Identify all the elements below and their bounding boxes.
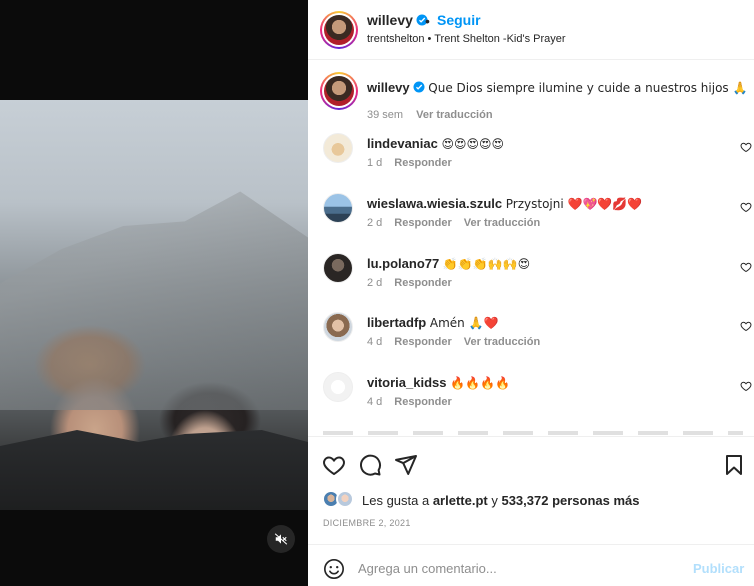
speaker-muted-icon (274, 533, 288, 545)
commenter-avatar[interactable] (323, 253, 353, 283)
post-actions: Les gusta a arlette.pt y 533,372 persona… (308, 436, 754, 586)
liker-username[interactable]: arlette.pt (433, 493, 488, 508)
comment-like-heart-icon[interactable] (740, 261, 752, 273)
video-foreground (0, 430, 308, 510)
add-comment-bar: Publicar (308, 544, 754, 586)
comment-row: libertadfp Amén 🙏❤️ 4 d Responder Ver trad… (320, 312, 752, 362)
audio-attribution[interactable]: trentshelton • Trent Shelton -Kid's Pray… (367, 33, 566, 45)
verified-badge-icon (413, 81, 425, 93)
author-avatar[interactable] (320, 11, 358, 49)
translate-link[interactable]: Ver traducción (464, 336, 540, 348)
comment-row: lu.polano77 👏👏👏🙌🙌😍 2 d Responder (320, 253, 752, 303)
comment-time[interactable]: 2 d (367, 277, 382, 289)
comment-row: wieslawa.wiesia.szulc Przystojni ❤️💖❤️💋❤… (320, 193, 752, 243)
author-username[interactable]: willevy (367, 12, 428, 28)
comment-time[interactable]: 4 d (367, 336, 382, 348)
comment-text: 😍😍😍😍😍 (441, 137, 504, 151)
commenter-username[interactable]: lu.polano77 (367, 256, 439, 271)
smiley-icon[interactable] (323, 558, 345, 580)
comment-like-heart-icon[interactable] (740, 201, 752, 213)
likes-count[interactable]: 533,372 personas más (501, 493, 639, 508)
post-side-panel: willevy • Seguir trentshelton • Trent Sh… (308, 0, 754, 586)
reply-button[interactable]: Responder (394, 157, 451, 169)
caption-body: Que Dios siempre ilumine y cuide a nuest… (428, 81, 748, 95)
comment-row: vitoria_kidss 🔥🔥🔥🔥 4 d Responder (320, 372, 752, 422)
comment-text: 🔥🔥🔥🔥 (450, 376, 510, 390)
speech-bubble-icon[interactable] (358, 453, 382, 477)
commenter-username[interactable]: libertadfp (367, 315, 426, 330)
mute-button[interactable] (267, 525, 295, 553)
comment-time[interactable]: 4 d (367, 396, 382, 408)
post-comment-button[interactable]: Publicar (693, 561, 744, 576)
paper-plane-icon[interactable] (394, 453, 418, 477)
caption-meta: 39 sem Ver traducción (367, 109, 493, 121)
bookmark-icon[interactable] (722, 453, 746, 477)
translate-link[interactable]: Ver traducción (464, 217, 540, 229)
comment-like-heart-icon[interactable] (740, 380, 752, 392)
heart-outline-icon[interactable] (322, 453, 346, 477)
commenter-avatar[interactable] (323, 312, 353, 342)
reply-button[interactable]: Responder (394, 396, 451, 408)
separator-dot: • (425, 13, 430, 29)
likes-text: Les gusta a arlette.pt y 533,372 persona… (362, 493, 640, 508)
commenter-username[interactable]: lindevaniac (367, 136, 438, 151)
reply-button[interactable]: Responder (394, 336, 451, 348)
comment-text: Amén 🙏❤️ (429, 316, 499, 330)
comment-row: lindevaniac 😍😍😍😍😍 1 d Responder (320, 133, 752, 183)
post-header: willevy • Seguir trentshelton • Trent Sh… (308, 0, 754, 60)
comment-like-heart-icon[interactable] (740, 320, 752, 332)
caption-avatar[interactable] (320, 72, 358, 110)
next-comment-cutoff (323, 431, 743, 435)
reply-button[interactable]: Responder (394, 277, 451, 289)
comment-time[interactable]: 2 d (367, 217, 382, 229)
reply-button[interactable]: Responder (394, 217, 451, 229)
caption-text: willevy Que Dios siempre ilumine y cuide… (367, 80, 747, 95)
commenter-avatar[interactable] (323, 193, 353, 223)
follow-button[interactable]: Seguir (437, 12, 481, 28)
post-date[interactable]: DICIEMBRE 2, 2021 (323, 518, 411, 528)
post-media[interactable] (0, 0, 308, 586)
commenter-username[interactable]: vitoria_kidss (367, 375, 447, 390)
commenter-avatar[interactable] (323, 133, 353, 163)
caption-translate-link[interactable]: Ver traducción (416, 109, 492, 121)
comment-input[interactable] (358, 555, 678, 581)
comment-text: Przystojni ❤️💖❤️💋❤️ (505, 197, 643, 211)
caption-username[interactable]: willevy (367, 80, 410, 95)
commenter-avatar[interactable] (323, 372, 353, 402)
comment-like-heart-icon[interactable] (740, 141, 752, 153)
comments-list[interactable]: willevy Que Dios siempre ilumine y cuide… (308, 61, 754, 435)
liker-avatar[interactable] (336, 490, 354, 508)
commenter-username[interactable]: wieslawa.wiesia.szulc (367, 196, 502, 211)
caption-time[interactable]: 39 sem (367, 109, 403, 121)
comment-time[interactable]: 1 d (367, 157, 382, 169)
comment-text: 👏👏👏🙌🙌😍 (442, 257, 531, 271)
